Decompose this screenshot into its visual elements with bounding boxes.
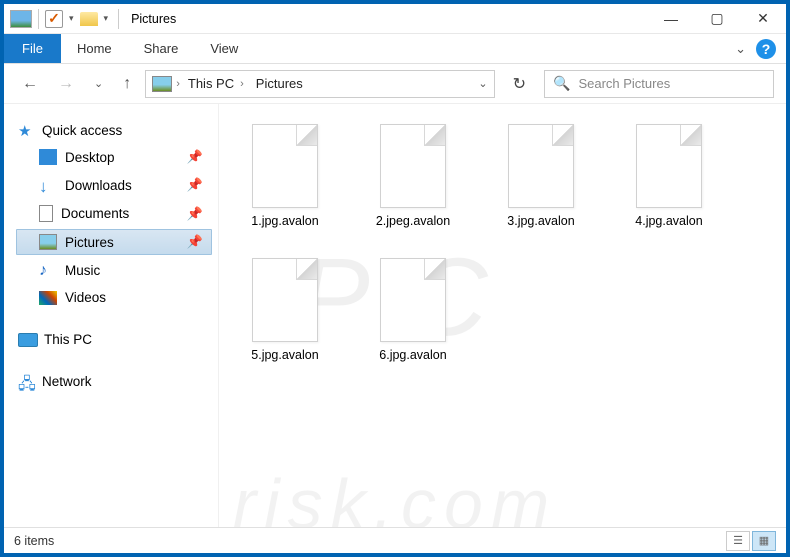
file-name: 2.jpeg.avalon	[376, 214, 450, 228]
close-button[interactable]: ✕	[740, 4, 786, 34]
file-list[interactable]: 1.jpg.avalon 2.jpeg.avalon 3.jpg.avalon …	[219, 104, 786, 527]
file-name: 5.jpg.avalon	[251, 348, 318, 362]
music-icon: ♪	[39, 262, 57, 278]
file-explorer-window: ✓ ▾ ▾ Pictures — ▢ ✕ File Home Share Vie…	[4, 4, 786, 553]
file-item[interactable]: 3.jpg.avalon	[491, 124, 591, 228]
minimize-button[interactable]: —	[648, 4, 694, 34]
file-item[interactable]: 6.jpg.avalon	[363, 258, 463, 362]
file-icon	[508, 124, 574, 208]
chevron-down-icon[interactable]: ▾	[65, 13, 78, 24]
sidebar-label: This PC	[44, 332, 92, 347]
breadcrumb-label: Pictures	[256, 76, 303, 91]
sidebar-item-music[interactable]: ♪ Music	[16, 257, 212, 283]
address-chevron-icon[interactable]: ⌄	[478, 77, 487, 90]
recent-chevron-icon[interactable]: ⌄	[88, 73, 109, 94]
icons-view-button[interactable]: ▦	[752, 531, 776, 551]
file-name: 6.jpg.avalon	[379, 348, 446, 362]
status-bar: 6 items ☰ ▦	[4, 527, 786, 553]
file-item[interactable]: 2.jpeg.avalon	[363, 124, 463, 228]
help-icon[interactable]: ?	[756, 39, 776, 59]
pin-icon: 📌	[187, 206, 203, 222]
sidebar-item-label: Documents	[61, 206, 129, 221]
pin-icon: 📌	[187, 177, 203, 193]
up-button[interactable]: ↑	[117, 71, 137, 97]
tab-view[interactable]: View	[194, 34, 254, 63]
ribbon-expand-icon[interactable]: ⌄	[731, 41, 750, 57]
chevron-right-icon[interactable]: ›	[176, 78, 180, 90]
star-icon: ★	[18, 122, 36, 138]
file-icon	[636, 124, 702, 208]
sidebar-item-label: Music	[65, 263, 100, 278]
pictures-icon	[39, 234, 57, 250]
sidebar-this-pc[interactable]: This PC	[16, 328, 212, 351]
navigation-bar: ← → ⌄ ↑ › This PC › Pictures ⌄ ↻ 🔍 Search…	[4, 64, 786, 104]
location-icon	[152, 76, 172, 92]
file-item[interactable]: 1.jpg.avalon	[235, 124, 335, 228]
file-name: 3.jpg.avalon	[507, 214, 574, 228]
network-icon: 🖧	[18, 373, 36, 389]
search-input[interactable]: 🔍 Search Pictures	[544, 70, 774, 98]
file-icon	[252, 124, 318, 208]
breadcrumb-item[interactable]: Pictures	[252, 76, 307, 91]
sidebar-label: Network	[42, 374, 92, 389]
sidebar-item-videos[interactable]: Videos	[16, 285, 212, 310]
main-area: P C risk.com ★ Quick access Desktop 📌 ↓ …	[4, 104, 786, 527]
downloads-icon: ↓	[39, 177, 57, 193]
videos-icon	[39, 291, 57, 305]
address-bar[interactable]: › This PC › Pictures ⌄	[145, 70, 494, 98]
properties-icon[interactable]: ✓	[45, 10, 63, 28]
divider	[118, 9, 119, 29]
sidebar-item-label: Downloads	[65, 178, 132, 193]
maximize-button[interactable]: ▢	[694, 4, 740, 34]
window-controls: — ▢ ✕	[648, 4, 786, 34]
pc-icon	[18, 333, 38, 347]
sidebar-item-label: Videos	[65, 290, 106, 305]
window-title: Pictures	[123, 12, 176, 26]
back-button[interactable]: ←	[16, 71, 44, 97]
file-item[interactable]: 4.jpg.avalon	[619, 124, 719, 228]
quick-access-toolbar: ✓ ▾ ▾	[4, 9, 123, 29]
pin-icon: 📌	[187, 234, 203, 250]
navigation-pane: ★ Quick access Desktop 📌 ↓ Downloads 📌 D…	[4, 104, 219, 527]
file-item[interactable]: 5.jpg.avalon	[235, 258, 335, 362]
sidebar-item-desktop[interactable]: Desktop 📌	[16, 144, 212, 170]
file-icon	[380, 124, 446, 208]
app-icon	[10, 10, 32, 28]
tab-home[interactable]: Home	[61, 34, 128, 63]
search-placeholder: Search Pictures	[578, 76, 670, 91]
sidebar-item-downloads[interactable]: ↓ Downloads 📌	[16, 172, 212, 198]
tab-file[interactable]: File	[4, 34, 61, 63]
ribbon-tabs: File Home Share View ⌄ ?	[4, 34, 786, 64]
breadcrumb-item[interactable]: This PC ›	[184, 76, 248, 91]
file-icon	[252, 258, 318, 342]
breadcrumb-label: This PC	[188, 76, 234, 91]
documents-icon	[39, 205, 53, 222]
sidebar-item-documents[interactable]: Documents 📌	[16, 200, 212, 227]
divider	[38, 9, 39, 29]
tab-share[interactable]: Share	[128, 34, 195, 63]
titlebar: ✓ ▾ ▾ Pictures — ▢ ✕	[4, 4, 786, 34]
file-icon	[380, 258, 446, 342]
chevron-down-icon[interactable]: ▾	[100, 13, 113, 24]
desktop-icon	[39, 149, 57, 165]
item-count: 6 items	[14, 534, 54, 548]
refresh-button[interactable]: ↻	[503, 74, 536, 94]
folder-icon[interactable]	[80, 12, 98, 26]
sidebar-item-pictures[interactable]: Pictures 📌	[16, 229, 212, 255]
sidebar-network[interactable]: 🖧 Network	[16, 369, 212, 393]
pin-icon: 📌	[187, 149, 203, 165]
file-name: 1.jpg.avalon	[251, 214, 318, 228]
sidebar-quick-access[interactable]: ★ Quick access	[16, 118, 212, 142]
details-view-button[interactable]: ☰	[726, 531, 750, 551]
chevron-right-icon[interactable]: ›	[240, 78, 244, 90]
search-icon: 🔍	[553, 75, 570, 92]
forward-button[interactable]: →	[52, 71, 80, 97]
sidebar-item-label: Desktop	[65, 150, 115, 165]
sidebar-label: Quick access	[42, 123, 122, 138]
file-name: 4.jpg.avalon	[635, 214, 702, 228]
sidebar-item-label: Pictures	[65, 235, 114, 250]
